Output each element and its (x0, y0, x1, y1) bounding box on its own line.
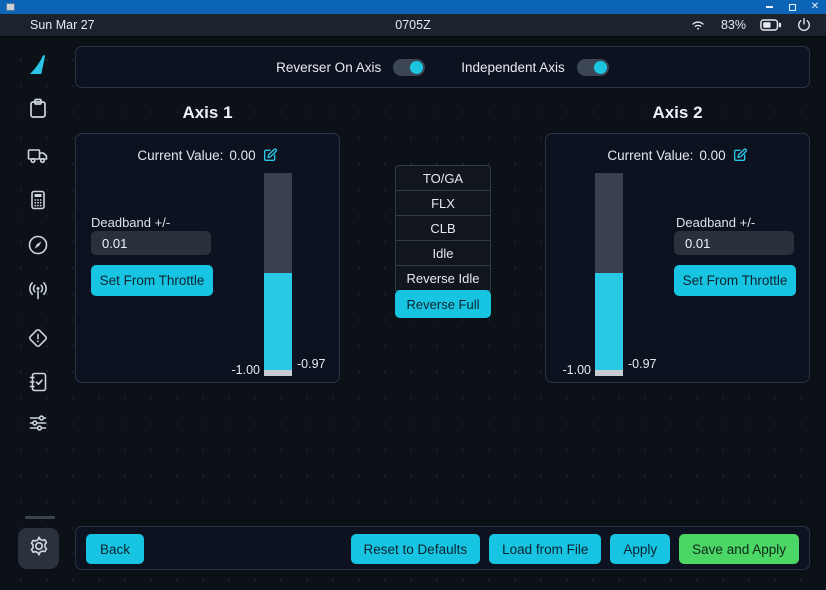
sidebar-item-settings[interactable] (18, 528, 59, 569)
axis1-gauge-deadband-band (264, 370, 292, 376)
alert-diamond-icon[interactable] (26, 326, 50, 350)
app-icon (6, 3, 15, 11)
axis2-deadband-label: Deadband +/- (676, 215, 755, 230)
axis-options-bar: Reverser On Axis Independent Axis (75, 46, 810, 88)
axis1-set-from-throttle-button[interactable]: Set From Throttle (91, 265, 213, 296)
airline-logo-icon[interactable] (26, 53, 50, 77)
app-window: ✕ Sun Mar 27 0705Z 83% (0, 0, 826, 590)
axis1-gauge-deadband-label: -0.97 (297, 357, 326, 371)
detent-flx[interactable]: FLX (395, 190, 491, 216)
axis2-current-value-label: Current Value: (607, 148, 693, 163)
reverser-on-axis-toggle[interactable] (393, 59, 425, 76)
save-and-apply-button[interactable]: Save and Apply (679, 534, 799, 564)
axis2-gauge-deadband-band (595, 370, 623, 376)
reset-to-defaults-button[interactable]: Reset to Defaults (351, 534, 481, 564)
axis2-set-from-throttle-button[interactable]: Set From Throttle (674, 265, 796, 296)
sliders-icon[interactable] (26, 411, 50, 435)
close-button[interactable]: ✕ (808, 1, 822, 13)
axis1-current-value: 0.00 (229, 148, 255, 163)
battery-icon (760, 18, 782, 32)
power-icon[interactable] (796, 17, 812, 33)
axis1-panel: Current Value: 0.00 Deadband +/- Set Fro… (75, 133, 340, 383)
minimize-button[interactable] (762, 1, 776, 13)
axis2-gauge-deadband-label: -0.97 (628, 357, 657, 371)
axis1-gauge (264, 173, 292, 376)
back-button[interactable]: Back (86, 534, 144, 564)
radio-antenna-icon[interactable] (26, 278, 50, 302)
axis2-panel: Current Value: 0.00 Deadband +/- Set Fro… (545, 133, 810, 383)
reverser-on-axis-label: Reverser On Axis (276, 60, 381, 75)
edit-icon[interactable] (732, 147, 748, 163)
independent-axis-toggle[interactable] (577, 59, 609, 76)
edit-icon[interactable] (262, 147, 278, 163)
checklist-notebook-icon[interactable] (26, 370, 50, 394)
clipboard-icon[interactable] (26, 96, 50, 120)
detent-toga[interactable]: TO/GA (395, 165, 491, 191)
axis1-gauge-min-label: -1.00 (210, 363, 260, 377)
detent-reverse-full[interactable]: Reverse Full (395, 290, 491, 318)
battery-percent: 83% (721, 18, 746, 32)
axis1-deadband-input[interactable] (91, 231, 211, 255)
axis1-gauge-fill (264, 273, 292, 370)
detent-reverse-idle[interactable]: Reverse Idle (395, 265, 491, 291)
gear-icon (27, 534, 51, 563)
axis2-deadband-input[interactable] (674, 231, 794, 255)
maximize-button[interactable] (785, 1, 799, 13)
independent-axis-label: Independent Axis (461, 60, 565, 75)
axis2-current-value: 0.00 (699, 148, 725, 163)
detent-clb[interactable]: CLB (395, 215, 491, 241)
axis2-title: Axis 2 (545, 103, 810, 123)
footer-bar: Back Reset to Defaults Load from File Ap… (75, 526, 810, 570)
delivery-truck-icon[interactable] (26, 143, 50, 167)
axis2-gauge-fill (595, 273, 623, 370)
calculator-icon[interactable] (26, 188, 50, 212)
titlebar: ✕ (0, 0, 826, 14)
axis2-gauge-min-label: -1.00 (541, 363, 591, 377)
axis1-deadband-label: Deadband +/- (91, 215, 170, 230)
detent-list: TO/GA FLX CLB Idle Reverse Idle Reverse … (395, 165, 491, 318)
statusbar: Sun Mar 27 0705Z 83% (0, 14, 826, 37)
detent-idle[interactable]: Idle (395, 240, 491, 266)
apply-button[interactable]: Apply (610, 534, 670, 564)
compass-icon[interactable] (26, 233, 50, 257)
sidebar-divider (25, 516, 55, 519)
axis1-current-value-label: Current Value: (137, 148, 223, 163)
axis2-gauge (595, 173, 623, 376)
load-from-file-button[interactable]: Load from File (489, 534, 601, 564)
axis1-title: Axis 1 (75, 103, 340, 123)
wifi-icon (689, 17, 707, 33)
